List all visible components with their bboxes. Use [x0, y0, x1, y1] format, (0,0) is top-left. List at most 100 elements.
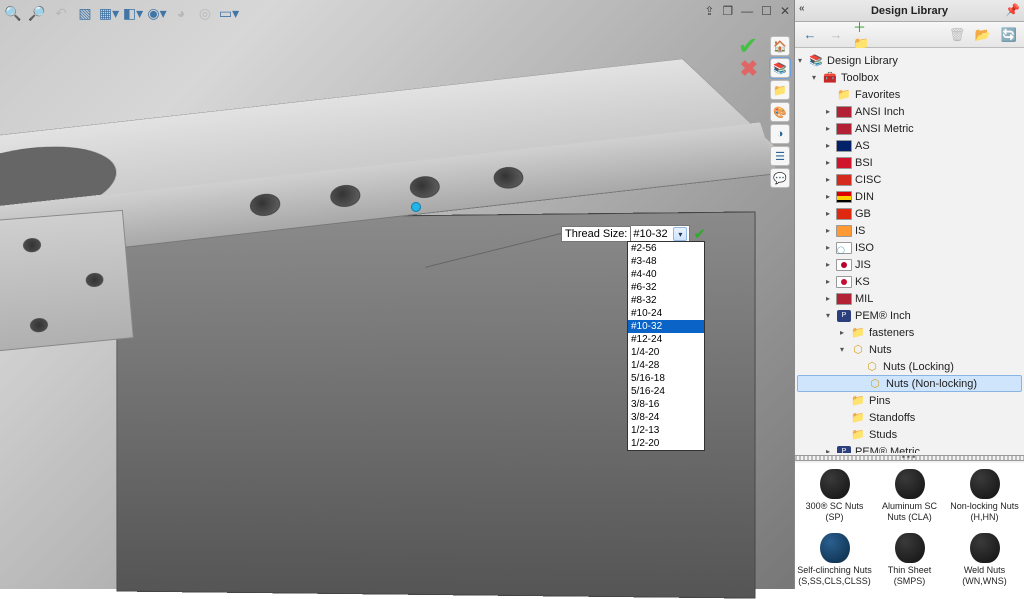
tree-standard-ansi-inch[interactable]: ▸ANSI Inch: [795, 103, 1024, 120]
tree-standard-mil[interactable]: ▸MIL: [795, 290, 1024, 307]
tree-favorites[interactable]: 📁Favorites: [795, 86, 1024, 103]
flag-icon: [836, 224, 852, 238]
tree-caret[interactable]: ▸: [823, 226, 833, 235]
tree-caret[interactable]: ▸: [823, 447, 833, 453]
dropdown-option[interactable]: #12-24: [628, 333, 704, 346]
tree-caret[interactable]: ▸: [823, 260, 833, 269]
tree-caret[interactable]: ▸: [823, 175, 833, 184]
viewport-3d[interactable]: 🔍 🔎 ↶ ▧ ▦▾ ◧▾ ◉▾ ◕ ◎ ▭▾ ⇪ ❐ — ☐ ✕ ✔ ✖: [0, 0, 794, 589]
nut-icon: ⬡: [850, 343, 866, 357]
tree-label: CISC: [855, 174, 881, 186]
thumbnail-caption: Weld Nuts (WN,WNS): [947, 565, 1022, 587]
tree-nuts[interactable]: ▾⬡Nuts: [795, 341, 1024, 358]
custom-properties-icon[interactable]: ☰: [770, 146, 790, 166]
folder-icon: 📁: [850, 428, 866, 442]
tree-fasteners[interactable]: ▸📁fasteners: [795, 324, 1024, 341]
tree-standard-iso[interactable]: ▸◯ISO: [795, 239, 1024, 256]
tree-standard-ansi-metric[interactable]: ▸ANSI Metric: [795, 120, 1024, 137]
thumbnail-item[interactable]: Non-locking Nuts (H,HN): [947, 469, 1022, 523]
thumbnail-item[interactable]: Weld Nuts (WN,WNS): [947, 533, 1022, 587]
dropdown-option[interactable]: #4-40: [628, 268, 704, 281]
library-tree[interactable]: ▾📚Design Library▾🧰Toolbox📁Favorites▸ANSI…: [795, 48, 1024, 453]
tree-caret[interactable]: ▸: [823, 277, 833, 286]
tree-caret[interactable]: ▾: [823, 311, 833, 320]
tree-pins[interactable]: 📁Pins: [795, 392, 1024, 409]
tree-label: BSI: [855, 157, 873, 169]
tree-caret[interactable]: ▸: [823, 141, 833, 150]
refresh-icon[interactable]: 🔄: [1000, 26, 1018, 44]
add-to-library-icon[interactable]: ＋📁: [853, 26, 871, 44]
tree-pem-inch[interactable]: ▾PPEM® Inch: [795, 307, 1024, 324]
tree-standard-cisc[interactable]: ▸ CISC: [795, 171, 1024, 188]
dropdown-option[interactable]: 5/16-18: [628, 372, 704, 385]
tree-studs[interactable]: 📁Studs: [795, 426, 1024, 443]
tree-nuts-nonlocking[interactable]: ⬡Nuts (Non-locking): [797, 375, 1022, 392]
tree-standard-gb[interactable]: ▸GB: [795, 205, 1024, 222]
tree-standard-is[interactable]: ▸ IS: [795, 222, 1024, 239]
thumbnail-item[interactable]: Aluminum SC Nuts (CLA): [872, 469, 947, 523]
open-folder-icon[interactable]: 📂: [974, 26, 992, 44]
flag-icon: [836, 190, 852, 204]
dropdown-option[interactable]: 3/8-24: [628, 411, 704, 424]
dropdown-option[interactable]: #10-24: [628, 307, 704, 320]
dropdown-option[interactable]: 1/4-20: [628, 346, 704, 359]
tree-standard-jis[interactable]: ▸JIS: [795, 256, 1024, 273]
tree-caret[interactable]: ▾: [795, 56, 805, 65]
tree-label: IS: [855, 225, 865, 237]
dropdown-option[interactable]: #3-48: [628, 255, 704, 268]
tree-standard-as[interactable]: ▸AS: [795, 137, 1024, 154]
tree-standoffs[interactable]: 📁Standoffs: [795, 409, 1024, 426]
dropdown-option[interactable]: #2-56: [628, 242, 704, 255]
tree-caret[interactable]: ▸: [823, 294, 833, 303]
dropdown-option[interactable]: 1/4-28: [628, 359, 704, 372]
forum-icon[interactable]: 💬: [770, 168, 790, 188]
splitter[interactable]: [795, 455, 1024, 461]
tree-caret[interactable]: ▸: [823, 192, 833, 201]
collapse-icon[interactable]: «: [799, 3, 805, 14]
dropdown-option[interactable]: 3/8-16: [628, 398, 704, 411]
tree-caret[interactable]: ▸: [823, 158, 833, 167]
tree-label: fasteners: [869, 327, 914, 339]
tree-standard-ks[interactable]: ▸KS: [795, 273, 1024, 290]
file-explorer-icon[interactable]: 📁: [770, 80, 790, 100]
forward-icon[interactable]: →: [827, 26, 845, 44]
tree-label: Nuts (Non-locking): [886, 378, 977, 390]
thumbnail-icon: [820, 533, 850, 563]
tree-nuts-locking[interactable]: ⬡Nuts (Locking): [795, 358, 1024, 375]
thumbnail-item[interactable]: Thin Sheet (SMPS): [872, 533, 947, 587]
view-palette-icon[interactable]: 🎨: [770, 102, 790, 122]
design-library-icon[interactable]: 📚: [770, 58, 790, 78]
dropdown-option[interactable]: 1/2-13: [628, 424, 704, 437]
flange-hole: [408, 175, 441, 200]
tree-caret[interactable]: ▸: [837, 328, 847, 337]
thumbnail-item[interactable]: 300® SC Nuts (SP): [797, 469, 872, 523]
tree-root[interactable]: ▾📚Design Library: [795, 52, 1024, 69]
dropdown-option[interactable]: #6-32: [628, 281, 704, 294]
thumbnail-item[interactable]: Self-clinching Nuts (S,SS,CLS,CLSS): [797, 533, 872, 587]
dropdown-option[interactable]: #8-32: [628, 294, 704, 307]
panel-header: « Design Library 📌: [795, 0, 1024, 22]
back-icon[interactable]: ←: [801, 26, 819, 44]
chevron-down-icon[interactable]: ▾: [673, 227, 687, 241]
tab-hole: [85, 272, 104, 287]
dropdown-option[interactable]: #10-32: [628, 320, 704, 333]
tree-caret[interactable]: ▸: [823, 243, 833, 252]
tree-caret[interactable]: ▾: [837, 345, 847, 354]
tree-standard-din[interactable]: ▸DIN: [795, 188, 1024, 205]
tree-caret[interactable]: ▸: [823, 124, 833, 133]
tree-standard-bsi[interactable]: ▸ BSI: [795, 154, 1024, 171]
appearances-icon[interactable]: ◑: [770, 124, 790, 144]
dropdown-option[interactable]: 1/2-20: [628, 437, 704, 450]
delete-icon[interactable]: 🗑: [948, 26, 966, 44]
tree-caret[interactable]: ▾: [809, 73, 819, 82]
pin-icon[interactable]: 📌: [1005, 3, 1020, 17]
thread-size-dropdown[interactable]: #2-56#3-48#4-40#6-32#8-32#10-24#10-32#12…: [627, 241, 705, 451]
home-icon[interactable]: 🏠: [770, 36, 790, 56]
tree-label: Toolbox: [841, 72, 879, 84]
dropdown-option[interactable]: 5/16-24: [628, 385, 704, 398]
tree-toolbox[interactable]: ▾🧰Toolbox: [795, 69, 1024, 86]
tree-caret[interactable]: ▸: [823, 107, 833, 116]
tree-caret[interactable]: ▸: [823, 209, 833, 218]
tab-hole: [29, 317, 48, 333]
part-side-tab: [0, 210, 134, 352]
